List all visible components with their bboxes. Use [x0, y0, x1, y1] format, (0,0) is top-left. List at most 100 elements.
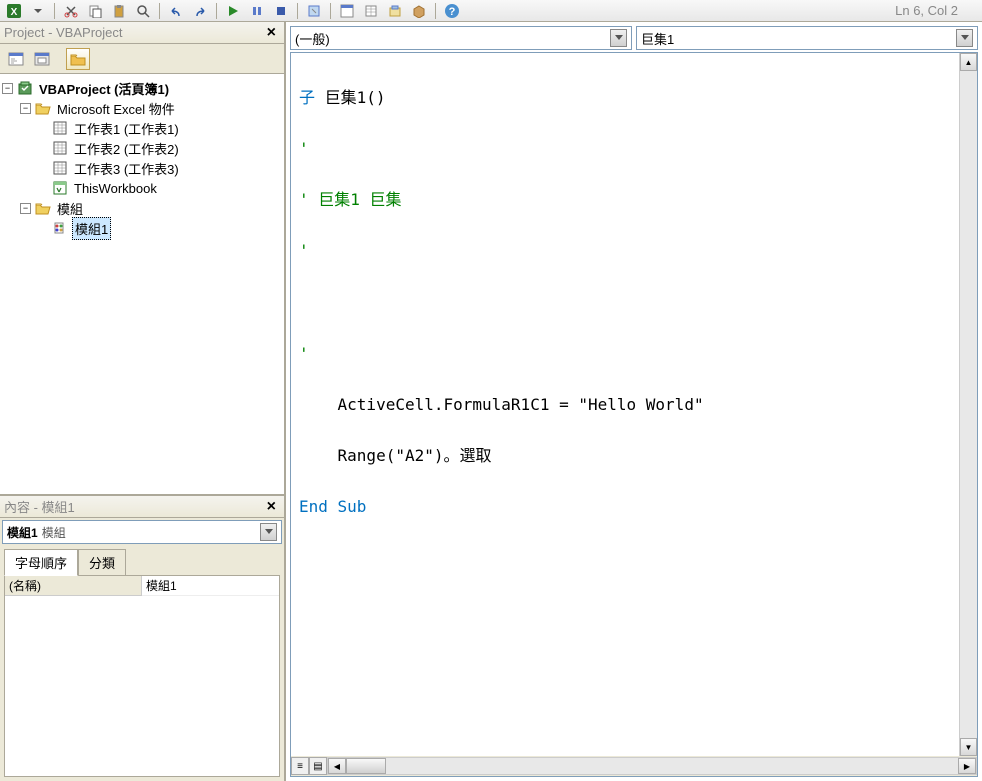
- project-explorer-panel: Project - VBAProject × −: [0, 22, 284, 496]
- code-text: 巨集1(): [315, 88, 386, 107]
- tree-worksheet-node[interactable]: 工作表2 (工作表2): [2, 138, 282, 158]
- chevron-down-icon[interactable]: [956, 29, 973, 47]
- worksheet-icon: [52, 120, 68, 136]
- cut-icon[interactable]: [61, 2, 81, 20]
- vba-project-icon: [17, 80, 33, 96]
- folder-open-icon: [35, 100, 51, 116]
- properties-tabs: 字母順序 分類: [0, 546, 284, 575]
- collapse-icon[interactable]: −: [20, 103, 31, 114]
- scroll-left-icon[interactable]: ◀: [328, 758, 346, 774]
- pause-icon[interactable]: [247, 2, 267, 20]
- tree-folder-node[interactable]: − Microsoft Excel 物件: [2, 98, 282, 118]
- property-row[interactable]: (名稱) 模組1: [5, 576, 279, 596]
- project-explorer-toolbar: [0, 44, 284, 74]
- tree-node-label: 模組1: [72, 217, 111, 240]
- tree-node-label: 工作表1 (工作表1): [72, 118, 181, 139]
- design-icon[interactable]: [304, 2, 324, 20]
- close-icon[interactable]: ×: [263, 498, 280, 516]
- tree-node-label: 工作表2 (工作表2): [72, 138, 181, 159]
- code-comment: ': [299, 241, 309, 260]
- chevron-down-icon[interactable]: [610, 29, 627, 47]
- project-explorer-icon[interactable]: [337, 2, 357, 20]
- tree-module-node[interactable]: 模組1: [2, 218, 282, 238]
- tree-worksheet-node[interactable]: 工作表3 (工作表3): [2, 158, 282, 178]
- toolbar-separator: [435, 3, 436, 19]
- tree-node-label: Microsoft Excel 物件: [55, 98, 177, 119]
- code-text: Range("A2")。選取: [299, 446, 492, 465]
- object-dropdown[interactable]: (一般): [290, 26, 632, 50]
- project-explorer-title: Project - VBAProject: [4, 25, 123, 40]
- scroll-down-icon[interactable]: ▼: [960, 738, 977, 756]
- scroll-track[interactable]: [960, 71, 977, 738]
- vertical-scrollbar[interactable]: ▲ ▼: [959, 53, 977, 756]
- worksheet-icon: [52, 140, 68, 156]
- code-comment: ': [299, 190, 309, 209]
- toolbar-dropdown-icon[interactable]: [28, 2, 48, 20]
- tree-workbook-node[interactable]: ThisWorkbook: [2, 178, 282, 198]
- object-type: 模組: [42, 524, 66, 541]
- excel-icon[interactable]: X: [4, 2, 24, 20]
- collapse-icon[interactable]: −: [20, 203, 31, 214]
- properties-icon[interactable]: [361, 2, 381, 20]
- toolbar-separator: [216, 3, 217, 19]
- scroll-right-icon[interactable]: ▶: [958, 758, 976, 774]
- properties-title: 內容 - 模組1: [4, 497, 75, 516]
- procedure-dropdown-value: 巨集1: [641, 29, 674, 48]
- scroll-thumb[interactable]: [346, 758, 386, 774]
- object-dropdown-value: (一般): [295, 29, 330, 48]
- properties-panel: 內容 - 模組1 × 模組1 模組 字母順序 分類 (名稱) 模組1: [0, 496, 284, 781]
- copy-icon[interactable]: [85, 2, 105, 20]
- object-browser-icon[interactable]: [385, 2, 405, 20]
- chevron-down-icon[interactable]: [260, 523, 277, 541]
- close-icon[interactable]: ×: [263, 24, 280, 42]
- svg-text:?: ?: [449, 6, 456, 18]
- redo-icon[interactable]: [190, 2, 210, 20]
- toolbar-separator: [54, 3, 55, 19]
- procedure-dropdown[interactable]: 巨集1: [636, 26, 978, 50]
- horizontal-scrollbar[interactable]: ◀ ▶: [327, 757, 977, 775]
- stop-icon[interactable]: [271, 2, 291, 20]
- help-icon[interactable]: ?: [442, 2, 462, 20]
- tree-node-label: 工作表3 (工作表3): [72, 158, 181, 179]
- property-value[interactable]: 模組1: [142, 576, 279, 596]
- run-icon[interactable]: [223, 2, 243, 20]
- properties-grid[interactable]: (名稱) 模組1: [4, 575, 280, 777]
- full-module-view-button[interactable]: ▤: [309, 757, 327, 775]
- module-icon: [52, 220, 68, 236]
- tree-node-label: VBAProject (活頁簿1): [37, 78, 171, 99]
- tree-worksheet-node[interactable]: 工作表1 (工作表1): [2, 118, 282, 138]
- code-comment: ': [299, 344, 309, 363]
- view-code-button[interactable]: [4, 48, 28, 70]
- scroll-up-icon[interactable]: ▲: [960, 53, 977, 71]
- paste-icon[interactable]: [109, 2, 129, 20]
- scroll-track[interactable]: [386, 758, 958, 774]
- folder-open-icon: [35, 200, 51, 216]
- object-name: 模組1: [7, 524, 38, 541]
- collapse-icon[interactable]: −: [2, 83, 13, 94]
- code-comment: 巨集1 巨集: [309, 190, 402, 209]
- tab-alphabetical[interactable]: 字母順序: [4, 549, 78, 576]
- code-comment: ': [299, 139, 309, 158]
- tree-folder-node[interactable]: − 模組: [2, 198, 282, 218]
- tree-root-node[interactable]: − VBAProject (活頁簿1): [2, 78, 282, 98]
- properties-object-dropdown[interactable]: 模組1 模組: [2, 520, 282, 544]
- toolbar-separator: [297, 3, 298, 19]
- find-icon[interactable]: [133, 2, 153, 20]
- tab-categorized[interactable]: 分類: [78, 549, 126, 576]
- toolbar-separator: [159, 3, 160, 19]
- project-tree[interactable]: − VBAProject (活頁簿1) − Microsoft Excel 物件: [0, 74, 284, 494]
- code-text: ActiveCell.FormulaR1C1 = "Hello World": [299, 395, 704, 414]
- tree-node-label: 模組: [55, 198, 85, 219]
- toolbox-icon[interactable]: [409, 2, 429, 20]
- toggle-folders-button[interactable]: [66, 48, 90, 70]
- worksheet-icon: [52, 160, 68, 176]
- procedure-view-button[interactable]: ≡: [291, 757, 309, 775]
- undo-icon[interactable]: [166, 2, 186, 20]
- code-editor-area: (一般) 巨集1 子 巨集1() ' ' 巨集1 巨集 ' ' ActiveCe…: [286, 22, 982, 781]
- code-editor[interactable]: 子 巨集1() ' ' 巨集1 巨集 ' ' ActiveCell.Formul…: [291, 53, 959, 756]
- property-name: (名稱): [5, 576, 142, 596]
- view-object-button[interactable]: [30, 48, 54, 70]
- properties-header: 內容 - 模組1 ×: [0, 496, 284, 518]
- project-explorer-header: Project - VBAProject ×: [0, 22, 284, 44]
- code-keyword: 子: [299, 88, 315, 107]
